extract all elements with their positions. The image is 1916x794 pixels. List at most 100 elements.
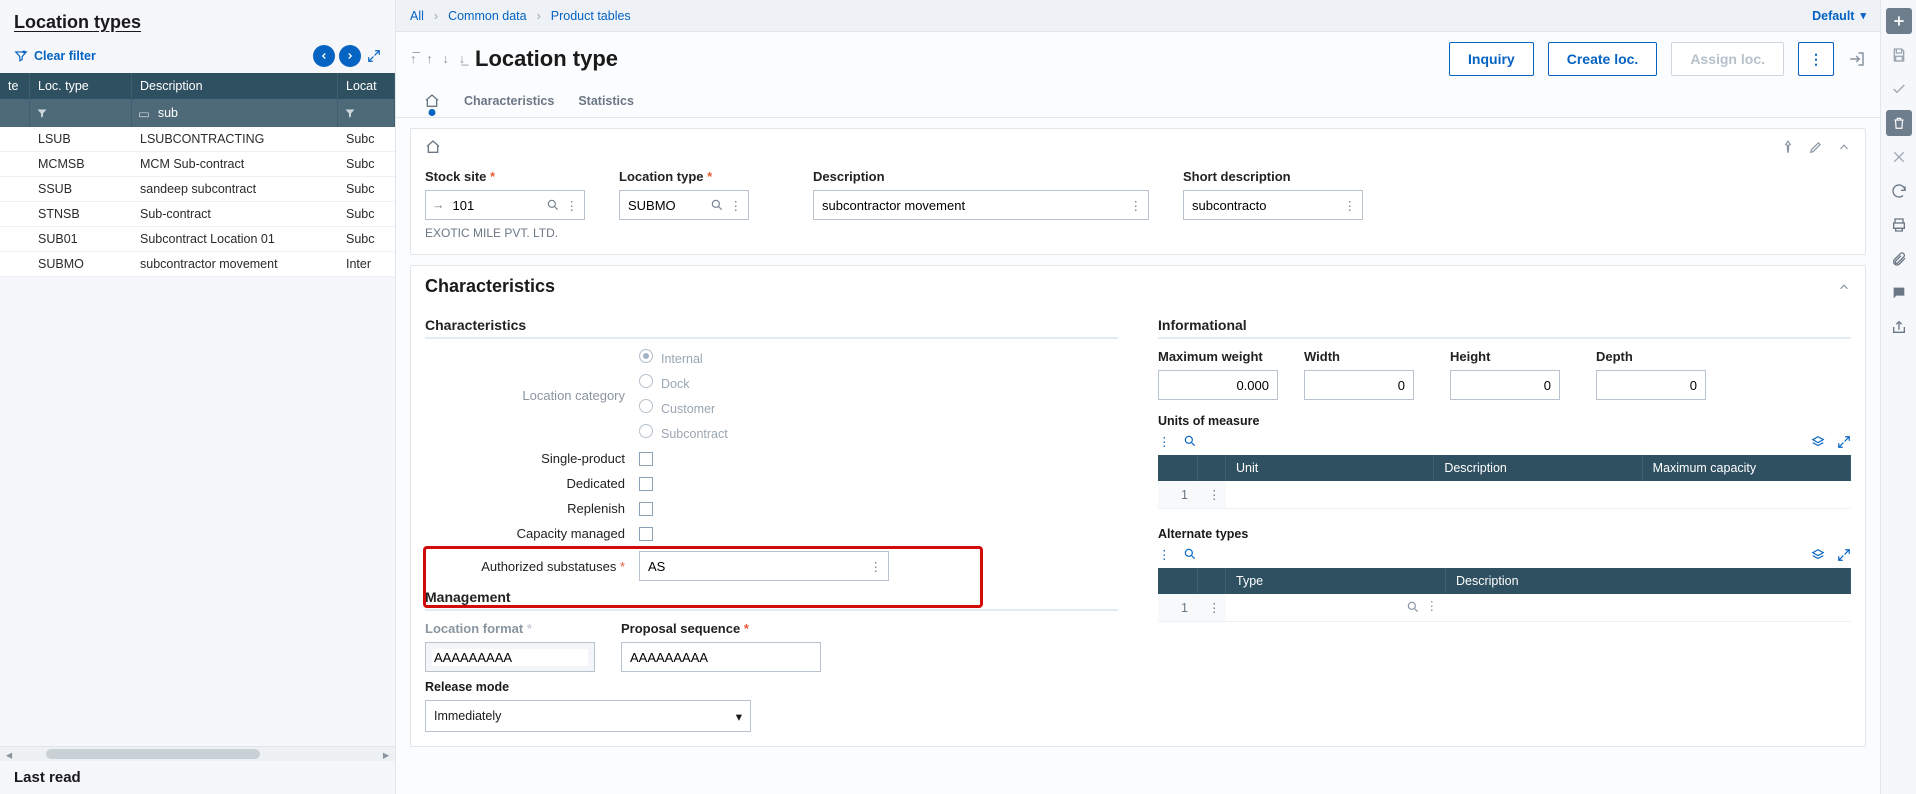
layers-icon[interactable]	[1811, 435, 1825, 449]
col-description[interactable]: Description	[132, 73, 338, 99]
breadcrumb-all[interactable]: All	[410, 9, 424, 23]
add-icon[interactable]	[1886, 8, 1912, 34]
home-tab-icon[interactable]	[424, 93, 440, 109]
label-width: Width	[1304, 349, 1424, 364]
search-icon[interactable]	[1406, 600, 1420, 614]
tab-statistics[interactable]: Statistics	[578, 94, 634, 108]
next-page-icon[interactable]	[339, 45, 361, 67]
tab-characteristics[interactable]: Characteristics	[464, 94, 554, 108]
inquiry-button[interactable]: Inquiry	[1449, 42, 1534, 76]
kebab-icon[interactable]: ⋮	[1426, 598, 1439, 613]
height-input[interactable]	[1457, 377, 1553, 394]
width-input[interactable]	[1311, 377, 1407, 394]
table-row[interactable]: 1⋮	[1158, 481, 1851, 509]
clear-filter[interactable]: Clear filter	[14, 49, 96, 63]
col-locat[interactable]: Locat	[338, 73, 395, 99]
list-item[interactable]: MCMSBMCM Sub-contractSubc	[0, 152, 395, 177]
release-mode-select[interactable]: Immediately ▾	[425, 700, 751, 732]
expand-icon[interactable]	[1837, 548, 1851, 562]
edit-icon[interactable]	[1809, 140, 1823, 154]
list-item[interactable]: LSUBLSUBCONTRACTINGSubc	[0, 127, 395, 152]
kebab-icon[interactable]: ⋮	[1158, 547, 1171, 562]
table-row[interactable]: 1⋮ ⋮	[1158, 594, 1851, 622]
search-icon[interactable]	[546, 198, 560, 212]
cancel-icon[interactable]	[1886, 144, 1912, 170]
stock-site-input[interactable]	[451, 197, 540, 214]
checkbox-replenish[interactable]	[639, 502, 653, 516]
list-item[interactable]: SUBMOsubcontractor movementInter	[0, 252, 395, 277]
chat-icon[interactable]	[1886, 280, 1912, 306]
row-kebab-icon[interactable]: ⋮	[1198, 594, 1226, 622]
scroll-thumb[interactable]	[46, 749, 260, 759]
checkbox-dedicated[interactable]	[639, 477, 653, 491]
page-more-button[interactable]: ⋮	[1798, 42, 1834, 76]
list-item[interactable]: SSUBsandeep subcontractSubc	[0, 177, 395, 202]
col-site[interactable]: te	[0, 73, 30, 99]
funnel-icon[interactable]	[36, 107, 48, 119]
location-type-input[interactable]	[626, 197, 704, 214]
scroll-right-icon[interactable]: ▸	[379, 747, 393, 761]
alt-types-table[interactable]: Type Description 1⋮ ⋮	[1158, 568, 1851, 622]
location-types-grid[interactable]: te Loc. type Description Locat ▭ LSUBLSU…	[0, 73, 395, 277]
create-loc-button[interactable]: Create loc.	[1548, 42, 1658, 76]
expand-icon[interactable]	[367, 49, 381, 63]
attach-icon[interactable]	[1886, 246, 1912, 272]
expand-icon[interactable]	[1837, 435, 1851, 449]
kebab-icon[interactable]: ⋮	[1158, 434, 1171, 449]
max-weight-input[interactable]	[1165, 377, 1271, 394]
kebab-icon[interactable]: ⋮	[730, 198, 743, 213]
scroll-left-icon[interactable]: ◂	[2, 747, 16, 761]
row-kebab-icon[interactable]: ⋮	[1198, 481, 1226, 509]
list-item[interactable]: STNSBSub-contractSubc	[0, 202, 395, 227]
col-desc[interactable]: Description	[1446, 568, 1851, 594]
prev-record-icon[interactable]: ↑	[426, 52, 432, 66]
print-icon[interactable]	[1886, 212, 1912, 238]
checkbox-capacity-managed[interactable]	[639, 527, 653, 541]
col-cap[interactable]: Maximum capacity	[1643, 455, 1851, 481]
breadcrumb-product[interactable]: Product tables	[551, 9, 631, 23]
check-icon[interactable]	[1886, 76, 1912, 102]
breadcrumb-common[interactable]: Common data	[448, 9, 527, 23]
col-type[interactable]: Type	[1226, 568, 1446, 594]
kebab-icon[interactable]: ⋮	[1344, 198, 1357, 213]
depth-input[interactable]	[1603, 377, 1699, 394]
last-record-icon[interactable]: ↓̲	[459, 52, 465, 66]
search-icon[interactable]	[1183, 434, 1197, 449]
label-short-description: Short description	[1183, 169, 1363, 184]
last-read-bar[interactable]: Last read	[0, 761, 395, 794]
save-icon[interactable]	[1886, 42, 1912, 68]
jump-icon[interactable]: →	[432, 198, 445, 212]
collapse-icon[interactable]	[1837, 280, 1851, 294]
search-icon[interactable]	[1183, 547, 1197, 562]
collapse-icon[interactable]	[1837, 140, 1851, 154]
filter-description-input[interactable]	[156, 105, 331, 121]
kebab-icon[interactable]: ⋮	[1130, 198, 1143, 213]
horizontal-scrollbar[interactable]: ◂ ▸	[0, 747, 395, 761]
checkbox-single-product[interactable]	[639, 452, 653, 466]
profile-selector[interactable]: Default ▾	[1812, 9, 1866, 23]
uom-table[interactable]: Unit Description Maximum capacity 1⋮	[1158, 455, 1851, 509]
exit-icon[interactable]	[1848, 50, 1866, 68]
share-icon[interactable]	[1886, 314, 1912, 340]
layers-icon[interactable]	[1811, 548, 1825, 562]
record-nav: ↑̅ ↑ ↓ ↓̲	[410, 52, 465, 66]
col-loctype[interactable]: Loc. type	[30, 73, 132, 99]
funnel-icon[interactable]	[344, 107, 356, 119]
pin-icon[interactable]	[1781, 140, 1795, 154]
auth-substatus-input[interactable]	[646, 558, 864, 575]
kebab-icon[interactable]: ⋮	[566, 198, 579, 213]
col-unit[interactable]: Unit	[1226, 455, 1434, 481]
kebab-icon[interactable]: ⋮	[870, 559, 883, 574]
short-description-input[interactable]	[1190, 197, 1338, 214]
refresh-icon[interactable]	[1886, 178, 1912, 204]
description-input[interactable]	[820, 197, 1124, 214]
list-item[interactable]: SUB01Subcontract Location 01Subc	[0, 227, 395, 252]
col-desc[interactable]: Description	[1434, 455, 1642, 481]
search-icon[interactable]	[710, 198, 724, 212]
prev-page-icon[interactable]	[313, 45, 335, 67]
subtitle-management: Management	[425, 589, 1118, 611]
next-record-icon[interactable]: ↓	[443, 52, 449, 66]
first-record-icon[interactable]: ↑̅	[410, 52, 416, 66]
delete-icon[interactable]	[1886, 110, 1912, 136]
proposal-sequence-input[interactable]	[628, 649, 814, 666]
